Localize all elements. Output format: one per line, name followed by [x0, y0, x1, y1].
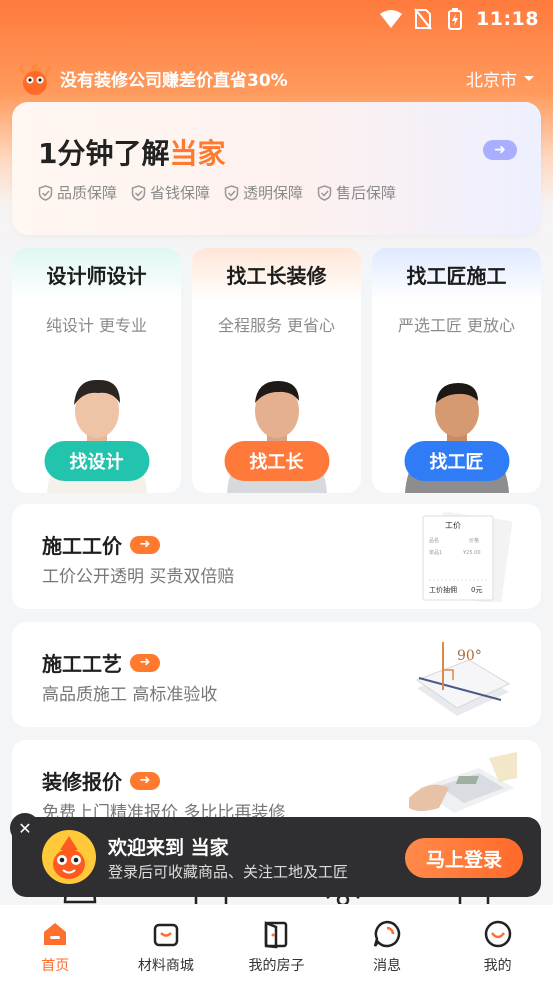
angle-label: 90° — [457, 648, 482, 664]
arrow-right-icon: ➜ — [130, 535, 160, 554]
info-card-title: 装修报价 ➜ — [42, 766, 160, 795]
guarantee-item: 售后保障 — [317, 182, 396, 203]
intro-card[interactable]: 1分钟了解当家 ➜ 品质保障 省钱保障 透明保障 售后保障 — [12, 102, 541, 235]
service-title: 找工匠施工 — [372, 248, 541, 300]
promo-text[interactable]: 没有装修公司赚差价直省30% — [60, 66, 466, 91]
intro-title-prefix: 1分钟了解 — [38, 137, 170, 170]
guarantee-label: 品质保障 — [57, 184, 118, 202]
info-card-title: 施工工价 ➜ — [42, 530, 160, 559]
guarantee-label: 省钱保障 — [150, 184, 211, 202]
login-subtitle: 登录后可收藏商品、关注工地及工匠 — [108, 863, 349, 881]
tab-messages[interactable]: 消息 — [337, 919, 437, 975]
price-sheet-col: 价格 — [469, 537, 479, 544]
price-sheet-illustration: 工价 品名 价格 单品1 ¥25.00 工价抽佣 0元 — [422, 512, 513, 602]
price-sheet-col: 品名 — [429, 537, 439, 544]
price-sheet-footer: 工价抽佣 — [429, 585, 457, 594]
shield-check-icon — [131, 184, 146, 201]
shield-check-icon — [224, 184, 239, 201]
info-card-title: 施工工艺 ➜ — [42, 648, 160, 677]
mascot-avatar — [42, 830, 96, 884]
shield-check-icon — [317, 184, 332, 201]
login-prompt-banner: ✕ 欢迎来到 当家 登录后可收藏商品、关注工地及工匠 马上登录 — [10, 813, 541, 897]
guarantee-label: 透明保障 — [243, 184, 304, 202]
tab-label: 材料商城 — [137, 958, 194, 974]
wifi-icon — [380, 8, 403, 30]
battery-charging-icon — [444, 8, 466, 30]
tab-label: 消息 — [373, 958, 402, 974]
tab-home[interactable]: 首页 — [5, 919, 105, 975]
door-icon — [265, 921, 288, 949]
tab-label: 我的 — [483, 958, 512, 974]
service-subtitle: 全程服务 更省心 — [217, 316, 336, 335]
tab-label: 我的房子 — [248, 958, 305, 974]
login-button[interactable]: 马上登录 — [405, 838, 523, 878]
arrow-right-icon: ➜ — [130, 771, 160, 790]
intro-title-accent: 当家 — [169, 137, 226, 170]
mascot-icon — [18, 59, 52, 97]
price-sheet-footer-value: 0元 — [471, 586, 482, 594]
guarantee-label: 售后保障 — [336, 184, 397, 202]
service-card-designer[interactable]: 设计师设计 纯设计 更专业 找设计 — [12, 248, 181, 493]
tab-materials-mall[interactable]: 材料商城 — [116, 919, 216, 975]
find-foreman-button[interactable]: 找工长 — [224, 441, 329, 481]
tab-profile[interactable]: 我的 — [448, 919, 548, 975]
login-title: 欢迎来到 当家 — [108, 837, 229, 859]
price-sheet-row-price: ¥25.00 — [463, 550, 481, 556]
city-label: 北京市 — [466, 70, 517, 91]
bottom-tab-bar: 首页 材料商城 我的房子 消息 我的 — [0, 905, 553, 983]
info-card-title-text: 装修报价 — [42, 770, 122, 794]
close-icon[interactable]: ✕ — [10, 813, 40, 843]
price-sheet-head: 工价 — [445, 521, 461, 530]
profile-icon — [484, 920, 511, 948]
service-row: 设计师设计 纯设计 更专业 找设计 找工长装修 全程服务 更省心 找工长 找工匠… — [12, 248, 553, 493]
info-card-labor-price[interactable]: 施工工价 ➜ 工价公开透明 买贵双倍赔 工价 品名 价格 单品1 ¥25.00 … — [12, 504, 541, 609]
message-icon — [373, 920, 401, 948]
arrow-right-icon: ➜ — [130, 653, 160, 672]
service-card-craftsman[interactable]: 找工匠施工 严选工匠 更放心 找工匠 — [372, 248, 541, 493]
tab-label: 首页 — [41, 958, 70, 974]
tab-my-house[interactable]: 我的房子 — [226, 919, 326, 975]
city-selector[interactable]: 北京市 — [466, 66, 535, 91]
info-card-desc: 工价公开透明 买贵双倍赔 — [42, 567, 235, 587]
arrow-right-icon[interactable]: ➜ — [483, 140, 517, 160]
shield-check-icon — [38, 184, 53, 201]
angle-tile-illustration: 90° — [415, 642, 511, 716]
shop-bag-icon — [153, 923, 179, 947]
no-sim-icon — [412, 8, 434, 30]
info-card-title-text: 施工工艺 — [42, 652, 122, 676]
status-bar: 11:18 — [0, 0, 553, 38]
service-title: 设计师设计 — [12, 248, 181, 300]
guarantee-item: 省钱保障 — [131, 182, 210, 203]
clock: 11:18 — [476, 8, 539, 30]
guarantee-item: 品质保障 — [38, 182, 117, 203]
home-icon — [44, 923, 67, 945]
price-sheet-row: 单品1 — [429, 549, 442, 556]
find-craftsman-button[interactable]: 找工匠 — [404, 441, 509, 481]
guarantee-list: 品质保障 省钱保障 透明保障 售后保障 — [38, 182, 396, 203]
find-designer-button[interactable]: 找设计 — [44, 441, 149, 481]
info-card-craftsmanship[interactable]: 施工工艺 ➜ 高品质施工 高标准验收 90° — [12, 622, 541, 727]
service-subtitle: 严选工匠 更放心 — [397, 316, 516, 335]
info-card-desc: 高品质施工 高标准验收 — [42, 685, 218, 705]
service-title: 找工长装修 — [192, 248, 361, 300]
guarantee-item: 透明保障 — [224, 182, 303, 203]
service-card-foreman[interactable]: 找工长装修 全程服务 更省心 找工长 — [192, 248, 361, 493]
promo-bar: 没有装修公司赚差价直省30% 北京市 — [18, 58, 535, 98]
info-card-title-text: 施工工价 — [42, 534, 122, 558]
service-subtitle: 纯设计 更专业 — [45, 316, 148, 335]
intro-title: 1分钟了解当家 — [38, 132, 226, 172]
caret-down-icon — [523, 68, 535, 88]
